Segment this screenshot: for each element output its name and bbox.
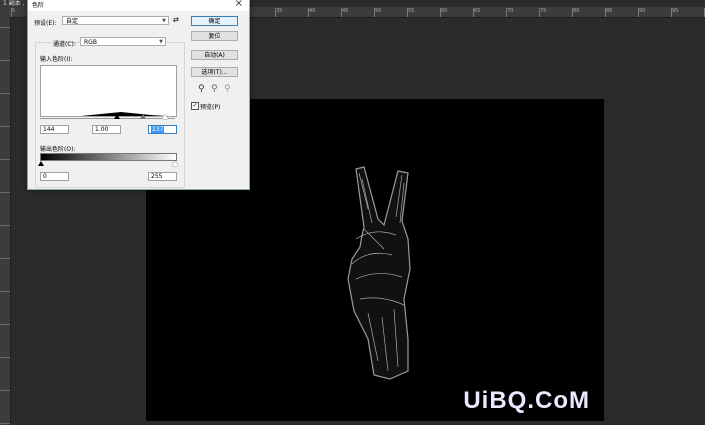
ruler-tick-label: 40 (307, 8, 316, 17)
close-icon[interactable]: × (235, 0, 243, 9)
ruler-tick (0, 390, 10, 391)
ruler-tick (0, 192, 10, 193)
output-black-field[interactable]: 0 (40, 172, 69, 181)
input-slider-track (40, 118, 175, 119)
watermark: UiBQ.CoM (463, 387, 590, 414)
ruler-tick (0, 27, 10, 28)
ruler-tick-label: 5 (10, 8, 16, 17)
ruler-tick-label: 85 (604, 8, 613, 17)
ruler-tick-label: 95 (670, 8, 679, 17)
ruler-tick-label: 65 (472, 8, 481, 17)
auto-button[interactable]: 自动(A) (191, 50, 238, 60)
ruler-tick-label: 60 (439, 8, 448, 17)
ruler-tick (0, 357, 10, 358)
ruler-tick-label: 50 (373, 8, 382, 17)
input-white-value: 237 (151, 126, 165, 133)
ruler-tick (0, 60, 10, 61)
input-gamma-field[interactable]: 1.00 (92, 125, 121, 134)
preview-checkbox[interactable]: ✓ (191, 102, 199, 110)
output-gradient-bar (40, 153, 177, 161)
ruler-tick-label: 70 (505, 8, 514, 17)
channel-select[interactable]: RGB ▼ (80, 37, 166, 46)
ruler-tick-label: 55 (406, 8, 415, 17)
preview-label: 预览(P) (200, 104, 221, 111)
ruler-tick (0, 159, 10, 160)
output-white-field[interactable]: 255 (148, 172, 177, 181)
ruler-tick (0, 225, 10, 226)
ruler-tick (0, 126, 10, 127)
ruler-tick-label: 75 (538, 8, 547, 17)
ruler-tick-label: 90 (637, 8, 646, 17)
gray-eyedropper-icon[interactable]: ⚲ (211, 84, 218, 94)
chevron-down-icon: ▼ (162, 18, 166, 24)
preset-select[interactable]: 自定 ▼ (62, 16, 169, 25)
input-gamma-slider[interactable] (140, 114, 146, 119)
input-black-field[interactable]: 144 (40, 125, 69, 134)
preset-value: 自定 (66, 18, 79, 25)
ruler-tick-label: 80 (571, 8, 580, 17)
vertical-ruler (0, 17, 11, 425)
levels-dialog: 色阶 × 预设(E): 自定 ▼ ⇄ 通道(C): RGB ▼ 输入色阶(I):… (27, 0, 250, 190)
histogram (40, 65, 177, 117)
ruler-tick-label: 35 (274, 8, 283, 17)
ok-button[interactable]: 确定 (191, 16, 238, 26)
ruler-tick (0, 324, 10, 325)
output-levels-label: 输出色阶(O): (40, 146, 76, 153)
histogram-graph (41, 112, 176, 116)
ruler-tick (0, 291, 10, 292)
preset-options-icon[interactable]: ⇄ (173, 16, 179, 24)
output-white-slider[interactable] (172, 161, 178, 166)
reset-button[interactable]: 复位 (191, 31, 238, 41)
chevron-down-icon: ▼ (159, 39, 163, 45)
dialog-titlebar[interactable]: 色阶 × (28, 0, 249, 11)
ruler-tick (0, 93, 10, 94)
black-eyedropper-icon[interactable]: ⚲ (198, 84, 205, 94)
ruler-tick-label: 45 (340, 8, 349, 17)
options-button[interactable]: 选项(T)... (191, 67, 238, 77)
channel-label: 通道(C): (53, 41, 76, 48)
preset-label: 预设(E): (34, 20, 57, 27)
input-levels-label: 输入色阶(I): (40, 56, 73, 63)
white-eyedropper-icon[interactable]: ⚲ (224, 84, 231, 94)
input-white-field[interactable]: 237 (148, 125, 177, 134)
output-black-slider[interactable] (38, 161, 44, 166)
ruler-tick (0, 258, 10, 259)
dialog-title: 色阶 (32, 2, 45, 9)
ruler-tick (0, 423, 10, 424)
input-black-slider[interactable] (114, 114, 120, 119)
channel-value: RGB (84, 39, 97, 46)
input-white-slider[interactable] (162, 114, 168, 119)
